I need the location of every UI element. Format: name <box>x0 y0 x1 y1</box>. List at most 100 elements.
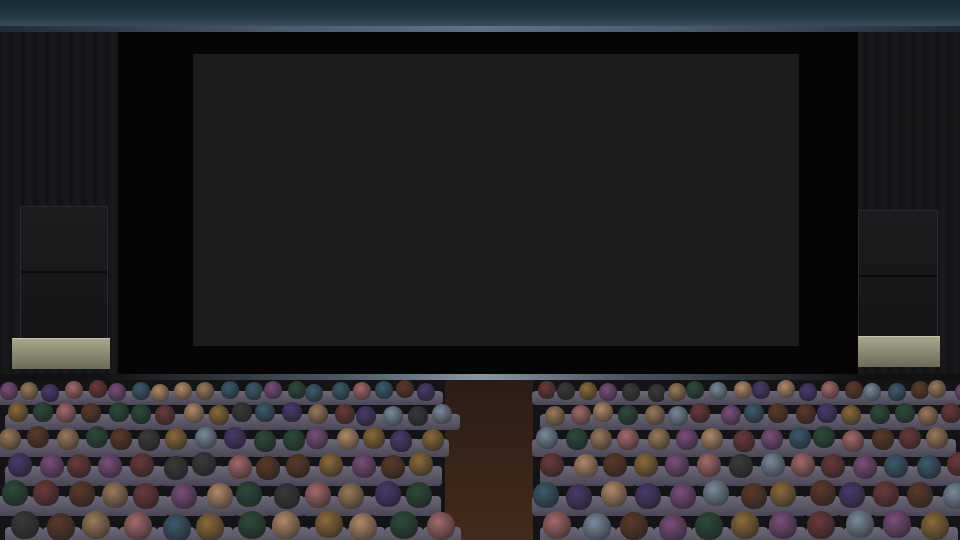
audience-head <box>389 510 418 539</box>
audience-head <box>80 402 101 423</box>
audience-head <box>852 455 877 480</box>
audience-head <box>809 480 836 507</box>
audience-head <box>532 482 559 509</box>
audience-head <box>898 426 921 449</box>
audience-head <box>839 482 866 509</box>
audience-head <box>264 381 283 400</box>
audience-head <box>164 455 189 480</box>
audience-head <box>285 454 310 479</box>
audience-head <box>761 427 784 450</box>
audience-head <box>618 404 639 425</box>
audience-head <box>883 453 908 478</box>
audience-head <box>752 381 771 400</box>
audience-head <box>335 404 356 425</box>
audience-head <box>0 427 21 450</box>
audience-head <box>108 402 129 423</box>
audience-head <box>274 482 301 509</box>
audience-head <box>101 481 128 508</box>
audience-head <box>254 429 277 452</box>
audience-head <box>940 402 960 423</box>
audience-head <box>817 402 838 423</box>
audience-head <box>741 482 768 509</box>
audience-head <box>209 404 230 425</box>
audience-head <box>730 511 759 540</box>
audience-head <box>686 381 705 400</box>
audience-head <box>287 381 306 400</box>
audience-head <box>256 455 281 480</box>
audience-head <box>544 405 565 426</box>
audience-head <box>427 512 456 540</box>
audience-head <box>305 383 324 402</box>
audience-head <box>7 402 28 423</box>
audience-head <box>798 383 817 402</box>
audience-head <box>943 482 960 509</box>
audience-head <box>130 403 151 424</box>
audience-head <box>282 429 305 452</box>
audience-head <box>846 510 875 539</box>
audience-head <box>694 511 723 540</box>
audience-head <box>670 483 697 510</box>
audience-head <box>734 381 753 400</box>
audience-head <box>8 452 33 477</box>
audience-head <box>432 403 453 424</box>
audience-head <box>195 426 218 449</box>
audience-head <box>41 383 60 402</box>
audience-head <box>69 481 96 508</box>
right-speaker <box>858 210 938 344</box>
audience-head <box>196 381 215 400</box>
audience-head <box>578 381 597 400</box>
audience-head <box>590 428 612 451</box>
audience-head <box>842 429 865 452</box>
audience-head <box>675 427 698 450</box>
audience-head <box>232 402 253 423</box>
audience-head <box>728 454 753 479</box>
audience-head <box>332 381 351 400</box>
audience-head <box>916 454 941 479</box>
audience-head <box>352 381 371 400</box>
audience-head <box>123 512 152 540</box>
audience-head <box>732 429 755 452</box>
audience-head <box>272 511 301 540</box>
audience-head <box>543 511 572 540</box>
audience-head <box>565 428 588 451</box>
audience-head <box>338 483 365 510</box>
audience-head <box>947 452 960 477</box>
audience-head <box>790 453 815 477</box>
audience-head <box>192 452 216 476</box>
audience-head <box>599 382 618 401</box>
audience-head <box>129 453 154 478</box>
audience-head <box>57 427 80 450</box>
audience-head <box>709 381 728 400</box>
audience-head <box>151 383 170 402</box>
audience-head <box>10 511 39 540</box>
audience-head <box>382 405 403 426</box>
audience-head <box>237 511 266 540</box>
audience-head <box>98 454 123 479</box>
movie-screen <box>193 54 799 346</box>
audience-head <box>658 513 687 540</box>
audience-head <box>894 402 915 423</box>
audience-head <box>795 404 816 425</box>
audience-head <box>700 427 723 450</box>
right-speaker-base <box>858 336 940 367</box>
audience-head <box>602 453 627 478</box>
audience-head <box>351 454 376 479</box>
audience-head <box>374 380 393 399</box>
theater-scene <box>0 0 960 540</box>
audience-head <box>374 481 401 508</box>
audience-head <box>667 405 688 426</box>
audience-head <box>20 381 39 400</box>
audience-head <box>206 483 233 510</box>
audience-head <box>664 453 689 478</box>
audience-head <box>67 453 91 478</box>
audience-head <box>39 453 64 478</box>
audience-head <box>32 480 59 506</box>
audience-head <box>405 481 432 508</box>
audience-head <box>769 510 798 539</box>
audience-head <box>46 512 75 540</box>
audience-head <box>789 427 812 450</box>
audience-head <box>337 428 360 451</box>
audience-head <box>601 480 628 507</box>
audience-head <box>702 480 729 507</box>
audience-head <box>872 481 899 507</box>
